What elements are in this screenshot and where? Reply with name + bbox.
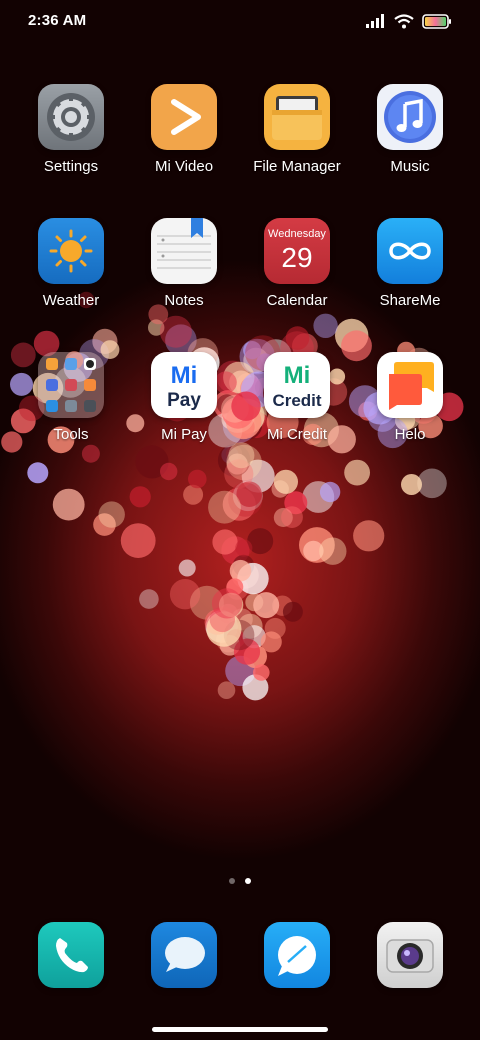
app-mi-pay[interactable]: Mi Pay Mi Pay bbox=[128, 352, 240, 472]
bokeh-dot bbox=[212, 529, 238, 555]
mi-pay-icon: Mi Pay bbox=[151, 352, 217, 418]
infinity-icon bbox=[377, 218, 443, 284]
notepad-icon bbox=[151, 218, 217, 284]
bokeh-dot bbox=[139, 589, 159, 609]
phone-icon bbox=[56, 938, 88, 973]
bokeh-dot bbox=[281, 506, 303, 528]
mi-pay-logo-bottom: Pay bbox=[167, 390, 201, 411]
bokeh-dot bbox=[235, 539, 253, 557]
bokeh-dot bbox=[211, 588, 243, 619]
wifi-icon bbox=[394, 13, 414, 28]
dock-messages[interactable] bbox=[151, 922, 217, 988]
app-weather[interactable]: Weather bbox=[15, 218, 127, 338]
app-file-manager[interactable]: File Manager bbox=[241, 84, 353, 204]
app-folder-tools[interactable]: Tools bbox=[15, 352, 127, 472]
bokeh-dot bbox=[253, 592, 280, 619]
dock-camera[interactable] bbox=[377, 922, 443, 988]
bokeh-dot bbox=[401, 474, 422, 495]
app-label: Music bbox=[390, 158, 430, 175]
app-mi-video[interactable]: Mi Video bbox=[128, 84, 240, 204]
bokeh-dot bbox=[319, 481, 341, 503]
app-calendar[interactable]: Wednesday 29 Calendar bbox=[241, 218, 353, 338]
bokeh-dot bbox=[319, 537, 347, 565]
app-mi-credit[interactable]: Mi Credit Mi Credit bbox=[241, 352, 353, 472]
app-notes[interactable]: Notes bbox=[128, 218, 240, 338]
page-dot-active[interactable] bbox=[245, 878, 251, 884]
app-label: Mi Pay bbox=[161, 426, 207, 443]
message-bubble-icon bbox=[165, 937, 205, 972]
play-icon bbox=[151, 84, 217, 150]
app-helo[interactable]: Helo bbox=[354, 352, 466, 472]
bokeh-dot bbox=[178, 559, 196, 577]
music-note-icon bbox=[377, 84, 443, 150]
bokeh-dot bbox=[169, 579, 201, 610]
folder-icon bbox=[264, 84, 330, 150]
mi-pay-logo-top: Mi bbox=[170, 362, 198, 389]
bokeh-dot bbox=[353, 520, 385, 552]
app-settings[interactable]: Settings bbox=[15, 84, 127, 204]
home-indicator-bar[interactable] bbox=[152, 1027, 328, 1032]
sun-icon bbox=[38, 218, 104, 284]
dock-phone[interactable] bbox=[38, 922, 104, 988]
app-label: Notes bbox=[164, 292, 204, 309]
mi-credit-logo-bottom: Credit bbox=[272, 391, 322, 410]
browser-bubble-icon bbox=[278, 936, 316, 976]
app-label: Mi Video bbox=[154, 158, 214, 175]
gear-icon bbox=[38, 84, 104, 150]
status-icons bbox=[366, 12, 452, 30]
bokeh-dot bbox=[260, 631, 282, 653]
app-label: ShareMe bbox=[379, 292, 441, 309]
bokeh-dot bbox=[120, 523, 156, 558]
status-time: 2:36 AM bbox=[28, 12, 87, 29]
bokeh-dot bbox=[252, 664, 270, 681]
chat-bubbles-icon bbox=[377, 352, 443, 418]
mi-credit-icon: Mi Credit bbox=[264, 352, 330, 418]
app-label: Tools bbox=[53, 426, 89, 443]
page-dot[interactable] bbox=[229, 878, 235, 884]
dock-browser[interactable] bbox=[264, 922, 330, 988]
bokeh-dot bbox=[188, 469, 207, 489]
bokeh-dot bbox=[208, 490, 241, 524]
page-indicator bbox=[0, 878, 480, 888]
app-music[interactable]: Music bbox=[354, 84, 466, 204]
app-shareme[interactable]: ShareMe bbox=[354, 218, 466, 338]
bokeh-dot bbox=[229, 559, 252, 582]
bokeh-dot bbox=[217, 681, 236, 699]
calendar-day: 29 bbox=[281, 242, 313, 273]
calendar-weekday: Wednesday bbox=[268, 228, 326, 240]
calendar-icon: Wednesday 29 bbox=[264, 218, 330, 284]
battery-icon bbox=[422, 13, 451, 29]
bokeh-dot bbox=[282, 601, 303, 622]
camera-icon bbox=[386, 939, 434, 973]
folder-grid-icon bbox=[38, 352, 104, 418]
app-label: Helo bbox=[394, 426, 426, 443]
app-label: Mi Credit bbox=[266, 426, 327, 443]
status-bar: 2:36 AM bbox=[0, 0, 480, 44]
bokeh-dot bbox=[273, 469, 298, 494]
signal-icon bbox=[366, 14, 384, 28]
mi-credit-logo-top: Mi bbox=[283, 362, 311, 389]
app-label: File Manager bbox=[253, 158, 341, 175]
app-label: Weather bbox=[42, 292, 100, 309]
bokeh-dot bbox=[52, 488, 85, 521]
bokeh-dot bbox=[98, 501, 125, 528]
app-label: Settings bbox=[43, 158, 99, 175]
app-label: Calendar bbox=[266, 292, 328, 309]
bokeh-dot bbox=[129, 486, 151, 508]
